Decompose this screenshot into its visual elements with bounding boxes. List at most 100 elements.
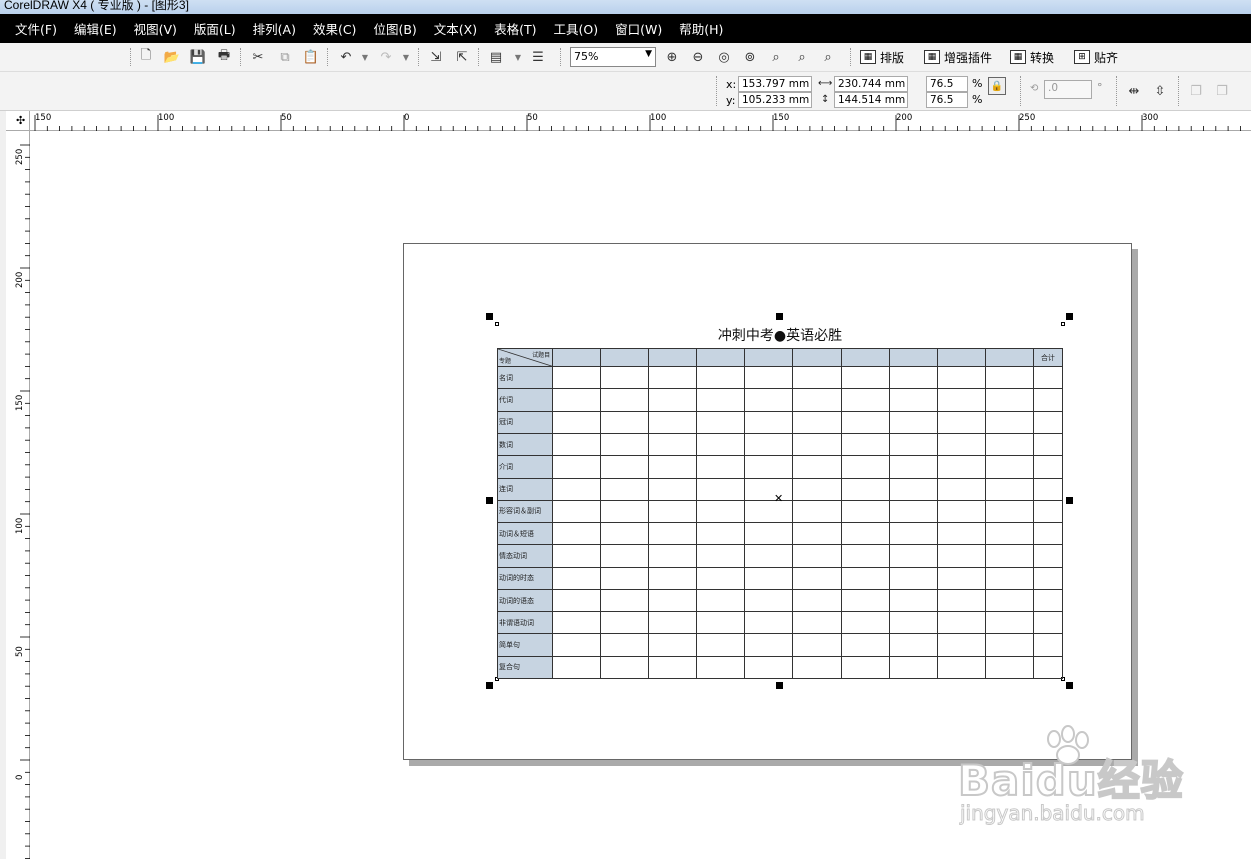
table-cell[interactable] [936, 366, 986, 390]
menu-item-9[interactable]: 工具(O) [547, 19, 609, 38]
total-header-cell[interactable]: 合计 [1032, 347, 1064, 368]
table-cell[interactable] [840, 566, 890, 590]
width-field[interactable]: 230.744 mm [834, 76, 908, 92]
table-cell[interactable] [984, 366, 1034, 390]
table-cell[interactable] [888, 611, 938, 635]
table-cell[interactable] [600, 388, 650, 412]
table-cell[interactable] [936, 655, 986, 680]
table-cell[interactable] [648, 633, 698, 657]
table-cell[interactable] [792, 410, 842, 435]
selection-handle-bottom-left[interactable] [486, 682, 493, 689]
menu-item-7[interactable]: 文本(X) [427, 19, 487, 38]
save-icon[interactable]: 💾 [188, 47, 208, 67]
table-cell[interactable] [984, 433, 1034, 457]
table-cell[interactable] [648, 366, 698, 390]
table-cell[interactable] [552, 522, 602, 546]
table-cell[interactable] [984, 410, 1034, 435]
table-cell[interactable] [552, 566, 602, 590]
table-cell[interactable] [744, 655, 794, 680]
table-cell[interactable] [648, 410, 698, 435]
plugin-snap-button[interactable]: ⊞ 贴齐 [1074, 47, 1118, 67]
table-cell[interactable] [600, 477, 650, 501]
launcher-dropdown-icon[interactable]: ▼ [513, 47, 523, 67]
table-cell[interactable] [648, 544, 698, 568]
x-position-field[interactable]: 153.797 mm [738, 76, 812, 92]
table-cell[interactable] [648, 433, 698, 457]
table-cell[interactable] [552, 633, 602, 657]
table-cell[interactable] [888, 410, 938, 435]
table-cell[interactable] [696, 366, 746, 390]
table-cell[interactable] [1032, 410, 1064, 435]
table-cell[interactable] [744, 366, 794, 390]
table-cell[interactable] [600, 433, 650, 457]
menu-item-1[interactable]: 编辑(E) [67, 19, 127, 38]
table-cell[interactable] [1032, 611, 1064, 635]
selection-handle-right[interactable] [1066, 497, 1073, 504]
table-cell[interactable] [840, 388, 890, 412]
table-cell[interactable] [984, 633, 1034, 657]
copy-icon[interactable]: ⧉ [275, 47, 295, 67]
zoom-in-icon[interactable]: ⊕ [662, 47, 682, 67]
table-cell[interactable] [792, 566, 842, 590]
row-label-cell[interactable]: 形容词＆副词 [496, 499, 554, 524]
table-cell[interactable] [1032, 588, 1064, 613]
row-label-cell[interactable]: 情态动词 [496, 544, 554, 568]
header-cell[interactable] [552, 347, 602, 368]
table-cell[interactable] [696, 588, 746, 613]
row-label-cell[interactable]: 非谓语动词 [496, 611, 554, 635]
group-icon[interactable]: ❐ [1186, 81, 1206, 101]
table-cell[interactable] [696, 477, 746, 501]
table-cell[interactable] [600, 655, 650, 680]
selection-handle-bottom[interactable] [776, 682, 783, 689]
table-cell[interactable] [936, 388, 986, 412]
row-label-cell[interactable]: 复合句 [496, 655, 554, 680]
scale-width-field[interactable]: 76.5 [926, 76, 968, 92]
table-cell[interactable] [888, 522, 938, 546]
table-cell[interactable] [840, 588, 890, 613]
table-cell[interactable] [648, 388, 698, 412]
table-cell[interactable] [840, 633, 890, 657]
table-cell[interactable] [936, 544, 986, 568]
table-cell[interactable] [888, 455, 938, 479]
table-cell[interactable] [1032, 477, 1064, 501]
document-title[interactable]: 冲刺中考●英语必胜 [497, 324, 1063, 348]
table-cell[interactable] [984, 499, 1034, 524]
table-cell[interactable] [552, 499, 602, 524]
table-cell[interactable] [552, 655, 602, 680]
cut-icon[interactable]: ✂ [248, 47, 268, 67]
table-cell[interactable] [1032, 366, 1064, 390]
menu-item-3[interactable]: 版面(L) [187, 19, 246, 38]
new-document-icon[interactable]: 🗋 [136, 47, 156, 67]
table-cell[interactable] [888, 433, 938, 457]
table-cell[interactable] [600, 588, 650, 613]
rotation-center-icon[interactable]: ✕ [774, 493, 783, 504]
table-cell[interactable] [840, 522, 890, 546]
table-cell[interactable] [600, 499, 650, 524]
plugin-enhance-button[interactable]: ▦ 增强插件 [924, 47, 992, 67]
header-cell[interactable] [840, 347, 890, 368]
paste-icon[interactable]: 📋 [301, 47, 321, 67]
table-cell[interactable] [936, 633, 986, 657]
table-cell[interactable] [888, 655, 938, 680]
table-cell[interactable] [648, 588, 698, 613]
table-cell[interactable] [1032, 455, 1064, 479]
table-cell[interactable] [792, 366, 842, 390]
table-cell[interactable] [744, 433, 794, 457]
menu-item-11[interactable]: 帮助(H) [672, 19, 733, 38]
table-cell[interactable] [648, 499, 698, 524]
table-cell[interactable] [840, 455, 890, 479]
menu-item-2[interactable]: 视图(V) [127, 19, 187, 38]
menu-item-10[interactable]: 窗口(W) [608, 19, 672, 38]
table-cell[interactable] [552, 544, 602, 568]
table-cell[interactable] [1032, 522, 1064, 546]
table-cell[interactable] [1032, 655, 1064, 680]
table-cell[interactable] [552, 433, 602, 457]
table-cell[interactable] [648, 611, 698, 635]
table-cell[interactable] [792, 655, 842, 680]
table-cell[interactable] [888, 499, 938, 524]
table-cell[interactable] [744, 522, 794, 546]
table-cell[interactable] [696, 522, 746, 546]
zoom-level-select[interactable]: 75% ▼ [570, 47, 656, 67]
score-table[interactable]: 试题目 专题 合计 名词 代词 冠词 数词 介词 连词 形容词＆副词 动词＆短语 情态动词 动词的… [496, 347, 1064, 680]
table-cell[interactable] [840, 433, 890, 457]
